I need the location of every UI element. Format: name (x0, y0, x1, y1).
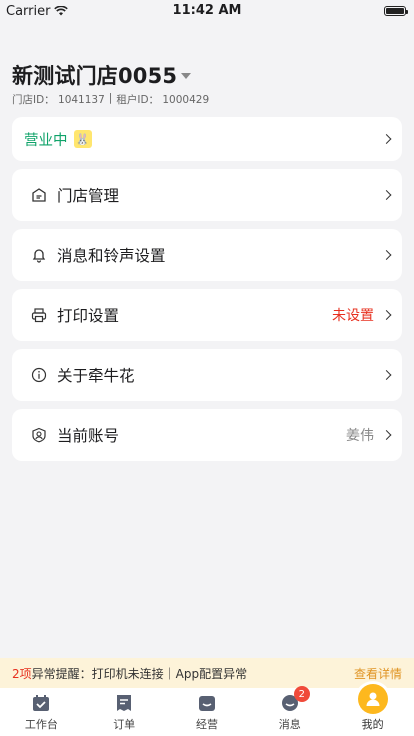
menu-store-manage[interactable]: 门店管理 (12, 169, 402, 221)
menu-current-account[interactable]: 当前账号 姜伟 (12, 409, 402, 461)
bottom-tab-bar: 工作台 订单 经营 2 消息 我的 (0, 684, 414, 736)
menu-print-settings[interactable]: 打印设置 未设置 (12, 289, 402, 341)
business-status-card[interactable]: 营业中 🐰 (12, 117, 402, 161)
menu-label-print: 打印设置 (57, 307, 120, 325)
store-icon (30, 186, 48, 204)
printer-icon (30, 306, 48, 324)
chevron-right-icon (381, 430, 392, 440)
battery-icon (384, 6, 408, 16)
chevron-right-icon (381, 250, 392, 260)
account-name-value: 姜伟 (346, 428, 374, 444)
tab-orders[interactable]: 订单 (83, 688, 166, 736)
tab-label-orders: 订单 (113, 718, 136, 731)
view-details-link[interactable]: 查看详情 (354, 665, 402, 682)
wifi-icon (54, 6, 69, 16)
tab-label-messages: 消息 (278, 718, 301, 731)
store-id: 门店ID： 1041137 (12, 94, 105, 106)
mascot-icon: 🐰 (73, 130, 92, 148)
menu-about[interactable]: 关于牵牛花 (12, 349, 402, 401)
id-separator: | (108, 92, 113, 104)
profile-icon (357, 684, 388, 714)
tab-messages[interactable]: 2 消息 (248, 686, 331, 736)
menu-label-store-manage: 门店管理 (57, 187, 120, 205)
business-status: 营业中 (24, 132, 68, 149)
store-ids: 门店ID： 1041137 | 租户ID： 1000429 (12, 92, 402, 107)
order-doc-icon (113, 692, 135, 714)
store-header: 新测试门店0055 门店ID： 1041137 | 租户ID： 1000429 (0, 22, 414, 107)
chevron-right-icon (381, 310, 392, 320)
menu-label-account: 当前账号 (57, 427, 120, 445)
print-status-value: 未设置 (332, 308, 374, 324)
chevron-right-icon (381, 190, 392, 200)
tenant-id: 租户ID： 1000429 (116, 94, 210, 106)
bell-icon (30, 246, 48, 264)
tab-label-operations: 经营 (195, 718, 218, 731)
store-switcher[interactable]: 新测试门店0055 (12, 60, 402, 90)
menu-label-message-ringtone: 消息和铃声设置 (57, 247, 166, 265)
menu-message-ringtone[interactable]: 消息和铃声设置 (12, 229, 402, 281)
shop-icon (196, 692, 218, 714)
menu-label-about: 关于牵牛花 (57, 367, 135, 385)
tab-operations[interactable]: 经营 (166, 688, 249, 736)
carrier-label: Carrier (6, 3, 51, 19)
user-icon (30, 426, 48, 444)
tab-mine[interactable]: 我的 (331, 684, 414, 736)
store-name: 新测试门店0055 (12, 64, 178, 88)
carrier-wifi: Carrier (6, 3, 69, 19)
alert-count: 2项 (12, 666, 32, 681)
info-icon (30, 366, 48, 384)
caret-down-icon (181, 73, 192, 79)
tab-label-workbench: 工作台 (24, 718, 58, 731)
tab-label-mine: 我的 (361, 718, 384, 731)
alert-text: 异常提醒：打印机未连接｜App配置异常 (31, 666, 248, 681)
alert-message: 2项异常提醒：打印机未连接｜App配置异常 (12, 665, 247, 682)
tab-workbench[interactable]: 工作台 (0, 688, 83, 736)
messages-unread-badge: 2 (293, 686, 310, 702)
chevron-right-icon (381, 134, 392, 144)
exception-alert-bar: 2项异常提醒：打印机未连接｜App配置异常 查看详情 (0, 658, 414, 688)
status-bar: Carrier 11:42 AM (0, 0, 414, 22)
chevron-right-icon (381, 370, 392, 380)
calendar-check-icon (30, 692, 52, 714)
